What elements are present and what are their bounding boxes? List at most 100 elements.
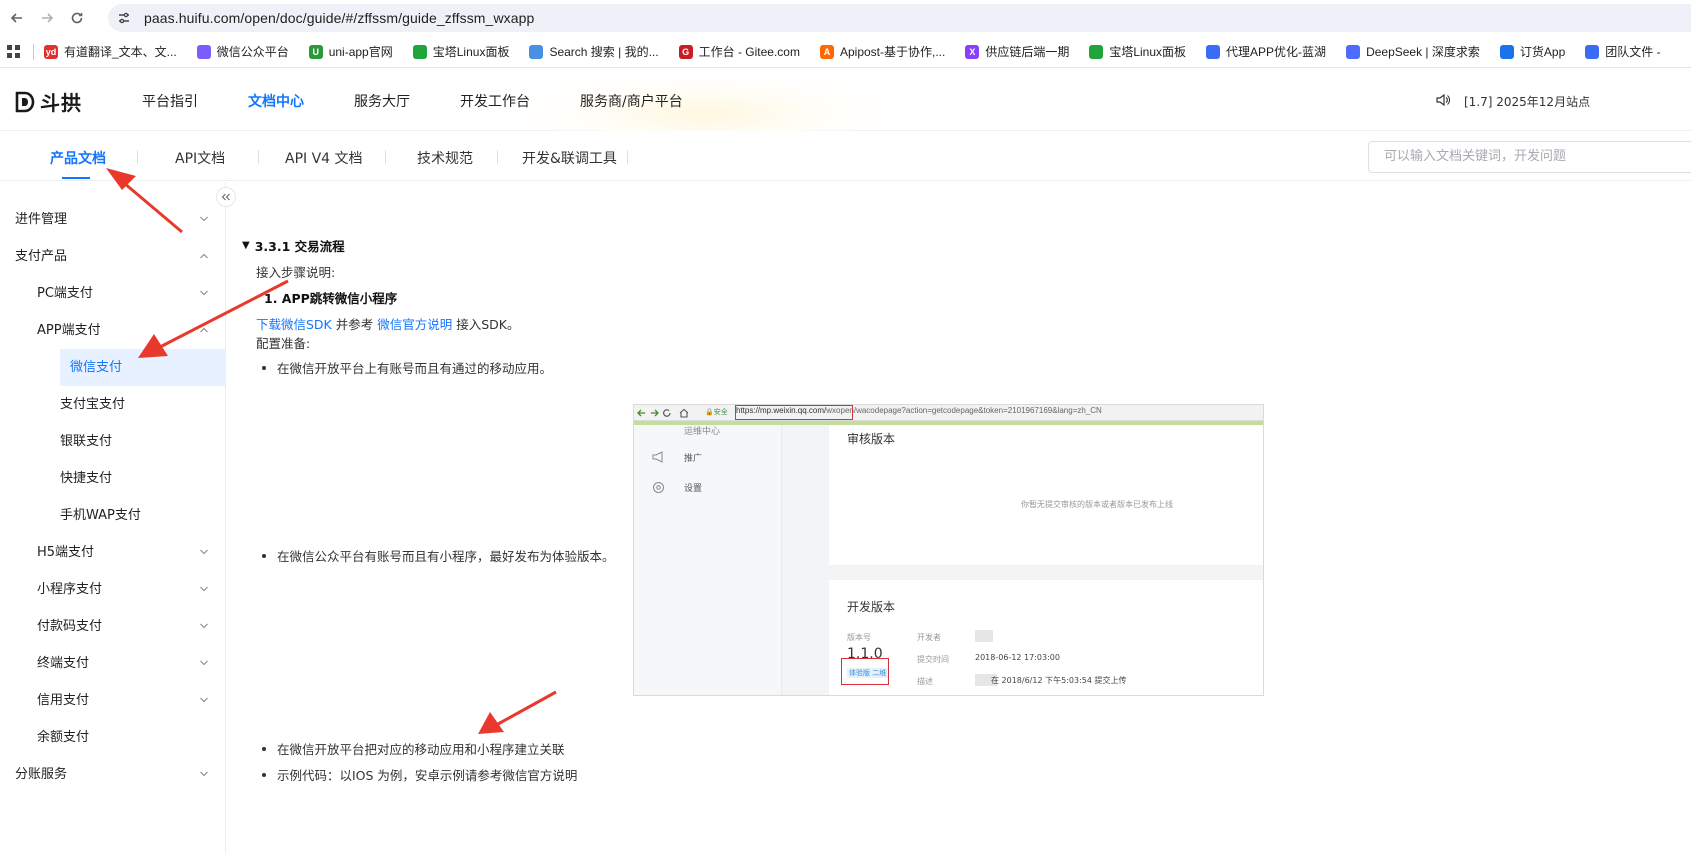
main-nav-item[interactable]: 文档中心 — [248, 91, 304, 111]
bookmark-label: 团队文件 - — [1605, 45, 1661, 59]
bookmark-favicon-icon — [1346, 44, 1361, 59]
sidebar-item-label: 支付产品 — [15, 249, 68, 264]
sidebar-item[interactable]: 银联支付 — [0, 423, 226, 460]
sidebar-item[interactable]: PC端支付 — [0, 275, 226, 312]
sidebar-item-label: APP端支付 — [37, 323, 101, 338]
doc-tab[interactable]: 技术规范 — [417, 148, 473, 168]
embedded-url-path: wxopen/wacodepage?action=getcodepage&tok… — [826, 406, 1102, 415]
sidebar-item-label: 分账服务 — [15, 767, 68, 782]
bookmark-label: 代理APP优化-蓝湖 — [1226, 45, 1327, 59]
sidebar-item[interactable]: 分账服务 — [0, 756, 226, 793]
reload-icon[interactable] — [64, 5, 90, 31]
tab-divider — [627, 150, 628, 164]
bookmark-favicon-icon: X — [965, 44, 980, 59]
developer-avatar-blurred — [975, 630, 993, 642]
list-item-text: 示例代码：以IOS 为例，安卓示例请参考微信官方说明 — [277, 768, 578, 783]
sidebar-item-label: PC端支付 — [37, 286, 93, 301]
bookmark-label: Search 搜索 | 我的... — [549, 45, 659, 59]
sidebar-item-label: 终端支付 — [37, 656, 90, 671]
sidebar-item[interactable]: 信用支付 — [0, 682, 226, 719]
sidebar-item[interactable]: 余额支付 — [0, 719, 226, 756]
bookmark-item[interactable]: Search 搜索 | 我的... — [529, 43, 659, 60]
sidebar-item[interactable]: H5端支付 — [0, 534, 226, 571]
address-bar[interactable]: paas.huifu.com/open/doc/guide/#/zffssm/g… — [108, 4, 1691, 32]
sidebar-item[interactable]: 付款码支付 — [0, 608, 226, 645]
sidebar-item[interactable]: 终端支付 — [0, 645, 226, 682]
sidebar-item-label: 信用支付 — [37, 693, 90, 708]
sidebar-item[interactable]: 快捷支付 — [0, 460, 226, 497]
collapse-sidebar-icon[interactable] — [216, 187, 236, 207]
sidebar-item[interactable]: 支付宝支付 — [0, 386, 226, 423]
doc-tab[interactable]: 开发&联调工具 — [522, 148, 617, 168]
doc-tab[interactable]: API文档 — [175, 148, 225, 168]
bookmark-item[interactable]: X 供应链后端一期 — [965, 43, 1069, 60]
bookmarks-bar: yd 有道翻译_文本、文... 微信公众平台 Uuni-app官网 宝塔Linux面板 S… — [0, 36, 1691, 68]
main-nav-item[interactable]: 平台指引 — [142, 91, 198, 111]
chevron-up-icon — [200, 327, 208, 333]
bookmark-favicon-icon — [1089, 44, 1104, 59]
bookmark-favicon-icon: yd — [44, 44, 58, 59]
sdk-mid-text: 并参考 — [331, 317, 378, 332]
download-sdk-link[interactable]: 下载微信SDK — [256, 317, 332, 332]
lock-icon: 🔒 — [705, 408, 714, 416]
sidebar-item[interactable]: 微信支付 — [60, 349, 226, 386]
chevron-down-icon — [200, 549, 208, 555]
bookmark-label: 微信公众平台 — [216, 45, 289, 59]
sidebar-item[interactable]: 进件管理 — [0, 201, 226, 238]
doc-tabs: 可以输入文档关键词，开发问题 产品文档 API文档 API V4 文档 技术规范 开发&… — [0, 131, 1691, 181]
chevron-down-icon — [200, 586, 208, 592]
list-item: 示例代码：以IOS 为例，安卓示例请参考微信官方说明 — [262, 765, 577, 784]
bookmark-item[interactable]: DeepSeek | 深度求索 — [1346, 43, 1480, 60]
review-version-card: 审核版本 你暂无提交审核的版本或者版本已发布上线 — [829, 425, 1263, 565]
active-tab-indicator — [62, 177, 90, 179]
bookmark-label: Apipost-基于协作,... — [839, 45, 946, 59]
site-header: 斗拱 平台指引 文档中心 服务大厅 开发工作台 服务商/商户平台 [1.7] 2025年… — [0, 69, 1691, 131]
site-info-icon[interactable] — [116, 10, 132, 26]
submit-time-label: 提交时间 — [917, 655, 949, 664]
doc-tab[interactable]: API V4 文档 — [285, 148, 363, 168]
back-icon[interactable] — [4, 5, 30, 31]
tab-divider — [497, 150, 498, 164]
bookmark-item[interactable]: 团队文件 - — [1585, 43, 1661, 60]
step-1-heading: 1. APP跳转微信小程序 — [264, 291, 398, 306]
logo-icon — [15, 91, 35, 112]
bookmark-item[interactable]: 订货App — [1499, 43, 1565, 60]
announcement[interactable]: [1.7] 2025年12月站点 — [1436, 93, 1590, 110]
bookmark-label: 有道翻译_文本、文... — [64, 45, 177, 59]
bookmark-item[interactable]: yd 有道翻译_文本、文... — [44, 43, 177, 60]
section-title[interactable]: ▼ 3.3.1 交易流程 — [242, 236, 345, 255]
bookmark-item[interactable]: 宝塔Linux面板 — [412, 43, 509, 60]
sidebar-item[interactable]: APP端支付 — [0, 312, 226, 349]
bookmark-item[interactable]: 微信公众平台 — [196, 43, 289, 60]
main-nav-item[interactable]: 开发工作台 — [460, 91, 530, 111]
sidebar-item[interactable]: 支付产品 — [0, 238, 226, 275]
doc-tab[interactable]: 产品文档 — [50, 148, 106, 168]
embedded-side-item: 推广 — [684, 454, 703, 464]
apps-grid-icon[interactable] — [3, 41, 25, 63]
list-item-text: 在微信开放平台上有账号而且有通过的移动应用。 — [277, 361, 553, 376]
forward-icon[interactable] — [34, 5, 60, 31]
speaker-icon — [1436, 93, 1450, 109]
official-docs-link[interactable]: 微信官方说明 — [377, 317, 452, 332]
logo-text: 斗拱 — [40, 91, 82, 115]
bookmark-item[interactable]: 宝塔Linux面板 — [1089, 43, 1186, 60]
doc-search-input[interactable]: 可以输入文档关键词，开发问题 — [1368, 141, 1691, 173]
bookmark-favicon-icon — [196, 44, 211, 59]
sidebar-item-label: H5端支付 — [37, 545, 95, 560]
bookmark-item[interactable]: A Apipost-基于协作,... — [819, 43, 946, 60]
version-label: 版本号 — [847, 633, 871, 642]
main-nav-item[interactable]: 服务商/商户平台 — [580, 91, 683, 111]
bookmark-item[interactable]: G 工作台 - Gitee.com — [678, 43, 800, 60]
bookmark-item[interactable]: Uuni-app官网 — [308, 43, 393, 60]
bookmark-label: 供应链后端一期 — [985, 45, 1070, 59]
site-logo[interactable]: 斗拱 — [15, 87, 82, 116]
sidebar-item[interactable]: 小程序支付 — [0, 571, 226, 608]
sidebar-item[interactable]: 手机WAP支付 — [0, 497, 226, 534]
chevron-down-icon — [200, 290, 208, 296]
bookmark-item[interactable]: 代理APP优化-蓝湖 — [1206, 43, 1326, 60]
bookmark-label: uni-app官网 — [328, 45, 393, 59]
chevron-up-icon — [200, 253, 208, 259]
bookmark-label: 工作台 - Gitee.com — [698, 45, 800, 59]
developer-label: 开发者 — [917, 633, 941, 642]
main-nav-item[interactable]: 服务大厅 — [354, 91, 410, 111]
